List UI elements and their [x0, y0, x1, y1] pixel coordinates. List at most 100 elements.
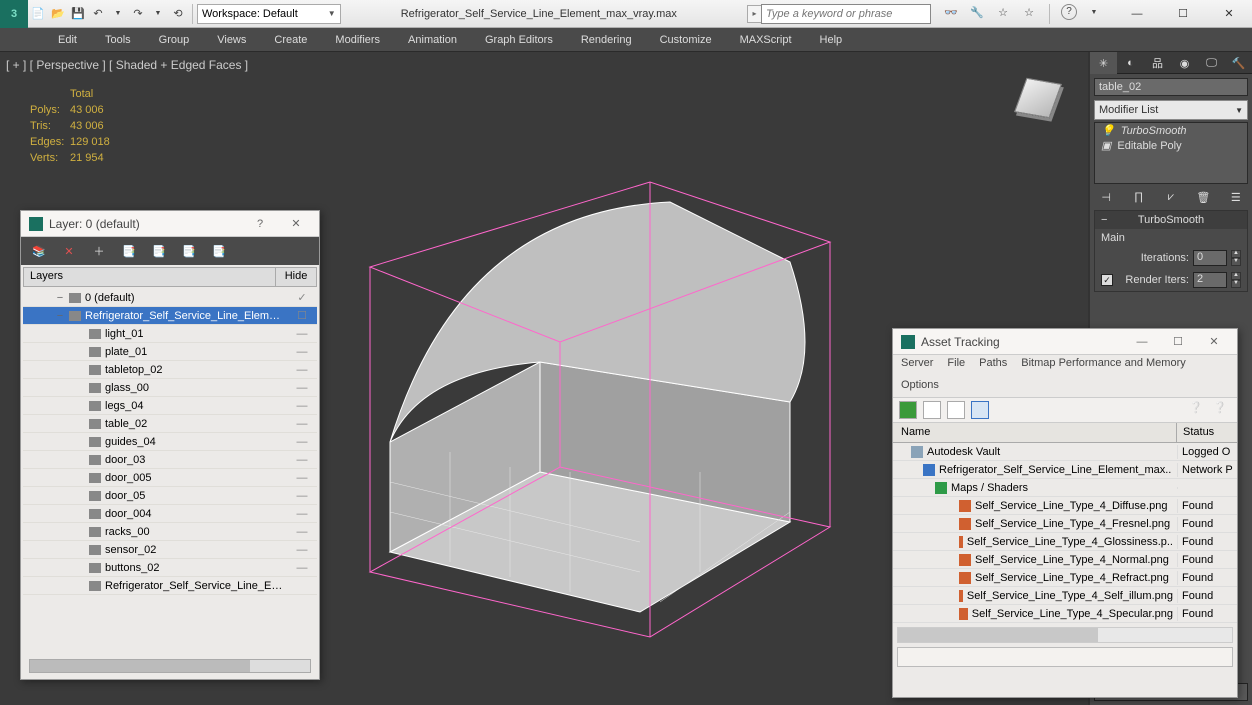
- render-iters-spinner[interactable]: 2: [1193, 272, 1227, 288]
- remove-modifier-icon[interactable]: 🗑: [1194, 188, 1212, 206]
- menu-tools[interactable]: Tools: [91, 30, 145, 50]
- asset-row[interactable]: Self_Service_Line_Type_4_Fresnel.pngFoun…: [893, 515, 1237, 533]
- scrollbar-thumb[interactable]: [898, 628, 1098, 642]
- rollout-header[interactable]: −TurboSmooth: [1095, 211, 1247, 229]
- hierarchy-tab-icon[interactable]: 品: [1144, 52, 1171, 74]
- object-row[interactable]: buttons_02—: [23, 559, 317, 577]
- column-name[interactable]: Name: [893, 423, 1177, 442]
- undo-icon[interactable]: ↶: [89, 5, 107, 23]
- modifier-item[interactable]: TurboSmooth: [1121, 125, 1187, 137]
- menu-file[interactable]: File: [947, 357, 965, 375]
- hide-cell[interactable]: —: [287, 472, 317, 484]
- help-icon[interactable]: ❔: [1189, 401, 1207, 419]
- menu-animation[interactable]: Animation: [394, 30, 471, 50]
- object-row[interactable]: racks_00—: [23, 523, 317, 541]
- star-icon[interactable]: ☆: [994, 4, 1012, 22]
- refresh-icon[interactable]: [899, 401, 917, 419]
- new-file-icon[interactable]: 📄: [29, 5, 47, 23]
- layer-row[interactable]: −Refrigerator_Self_Service_Line_Element☐: [23, 307, 317, 325]
- redo-icon[interactable]: ↷: [129, 5, 147, 23]
- asset-row[interactable]: Refrigerator_Self_Service_Line_Element_m…: [893, 461, 1237, 479]
- dropdown-icon[interactable]: ▼: [149, 5, 167, 23]
- view-cube[interactable]: [1008, 72, 1068, 132]
- asset-row[interactable]: Self_Service_Line_Type_4_Specular.pngFou…: [893, 605, 1237, 623]
- star-icon[interactable]: ☆: [1020, 4, 1038, 22]
- menu-maxscript[interactable]: MAXScript: [726, 30, 806, 50]
- close-button[interactable]: ✕: [1206, 0, 1252, 28]
- open-file-icon[interactable]: 📂: [49, 5, 67, 23]
- utilities-tab-icon[interactable]: 🔨: [1225, 52, 1252, 74]
- workspace-selector[interactable]: Workspace: Default ▼: [197, 4, 341, 24]
- list-view-icon[interactable]: [923, 401, 941, 419]
- modifier-stack[interactable]: 💡TurboSmooth ▣Editable Poly: [1094, 122, 1248, 184]
- menu-bitmap-perf[interactable]: Bitmap Performance and Memory: [1021, 357, 1185, 375]
- horizontal-scrollbar[interactable]: [897, 627, 1233, 643]
- column-hide[interactable]: Hide: [276, 268, 316, 286]
- configure-sets-icon[interactable]: ☰: [1227, 188, 1245, 206]
- lightbulb-icon[interactable]: 💡: [1101, 124, 1115, 137]
- menu-views[interactable]: Views: [203, 30, 260, 50]
- asset-row[interactable]: Autodesk VaultLogged O: [893, 443, 1237, 461]
- menu-rendering[interactable]: Rendering: [567, 30, 646, 50]
- motion-tab-icon[interactable]: ◉: [1171, 52, 1198, 74]
- object-row[interactable]: door_05—: [23, 487, 317, 505]
- menu-graph-editors[interactable]: Graph Editors: [471, 30, 567, 50]
- close-button[interactable]: ✕: [281, 217, 311, 230]
- asset-row[interactable]: Self_Service_Line_Type_4_Glossiness.p..F…: [893, 533, 1237, 551]
- hide-cell[interactable]: ☐: [287, 309, 317, 322]
- menu-edit[interactable]: Edit: [44, 30, 91, 50]
- column-status[interactable]: Status: [1177, 423, 1237, 442]
- object-row[interactable]: plate_01—: [23, 343, 317, 361]
- object-row[interactable]: legs_04—: [23, 397, 317, 415]
- spin-up-icon[interactable]: ▲: [1231, 250, 1241, 258]
- hide-cell[interactable]: —: [287, 454, 317, 466]
- hide-cell[interactable]: —: [287, 328, 317, 340]
- object-row[interactable]: sensor_02—: [23, 541, 317, 559]
- hide-cell[interactable]: —: [287, 544, 317, 556]
- binoculars-icon[interactable]: 👓: [942, 4, 960, 22]
- save-file-icon[interactable]: 💾: [69, 5, 87, 23]
- hide-cell[interactable]: —: [287, 418, 317, 430]
- select-objects-icon[interactable]: 📑: [121, 243, 137, 259]
- menu-create[interactable]: Create: [260, 30, 321, 50]
- object-row[interactable]: Refrigerator_Self_Service_Line_Element: [23, 577, 317, 595]
- object-row[interactable]: door_004—: [23, 505, 317, 523]
- hide-cell[interactable]: ✓: [287, 291, 317, 304]
- asset-row[interactable]: Self_Service_Line_Type_4_Self_illum.pngF…: [893, 587, 1237, 605]
- menu-options[interactable]: Options: [901, 379, 939, 391]
- twist-icon[interactable]: −: [55, 310, 65, 322]
- twist-icon[interactable]: −: [55, 292, 65, 304]
- hide-cell[interactable]: —: [287, 346, 317, 358]
- object-row[interactable]: guides_04—: [23, 433, 317, 451]
- hide-cell[interactable]: —: [287, 508, 317, 520]
- layer-row[interactable]: −0 (default)✓: [23, 289, 317, 307]
- menu-paths[interactable]: Paths: [979, 357, 1007, 375]
- hide-cell[interactable]: —: [287, 364, 317, 376]
- scrollbar-thumb[interactable]: [30, 660, 250, 672]
- object-row[interactable]: glass_00—: [23, 379, 317, 397]
- column-layers[interactable]: Layers: [24, 268, 276, 286]
- minimize-button[interactable]: —: [1114, 0, 1160, 28]
- hide-toggle-icon[interactable]: 📑: [181, 243, 197, 259]
- menu-modifiers[interactable]: Modifiers: [321, 30, 394, 50]
- minimize-button[interactable]: —: [1127, 336, 1157, 348]
- viewport-label[interactable]: [ + ] [ Perspective ] [ Shaded + Edged F…: [6, 58, 248, 72]
- hide-cell[interactable]: —: [287, 400, 317, 412]
- render-iters-checkbox[interactable]: ✓: [1101, 274, 1113, 286]
- delete-layer-icon[interactable]: ✕: [61, 243, 77, 259]
- menu-customize[interactable]: Customize: [646, 30, 726, 50]
- expand-icon[interactable]: ▣: [1101, 139, 1111, 152]
- modifier-list-dropdown[interactable]: Modifier List▼: [1094, 100, 1248, 120]
- hide-cell[interactable]: —: [287, 562, 317, 574]
- new-layer-icon[interactable]: 📚: [31, 243, 47, 259]
- asset-row[interactable]: Self_Service_Line_Type_4_Refract.pngFoun…: [893, 569, 1237, 587]
- freeze-toggle-icon[interactable]: 📑: [211, 243, 227, 259]
- asset-row[interactable]: Maps / Shaders: [893, 479, 1237, 497]
- settings-icon[interactable]: ❔: [1213, 401, 1231, 419]
- highlight-icon[interactable]: 📑: [151, 243, 167, 259]
- hide-cell[interactable]: —: [287, 382, 317, 394]
- object-row[interactable]: door_03—: [23, 451, 317, 469]
- pin-stack-icon[interactable]: ⊣: [1097, 188, 1115, 206]
- make-unique-icon[interactable]: ⩗: [1162, 188, 1180, 206]
- menu-help[interactable]: Help: [806, 30, 857, 50]
